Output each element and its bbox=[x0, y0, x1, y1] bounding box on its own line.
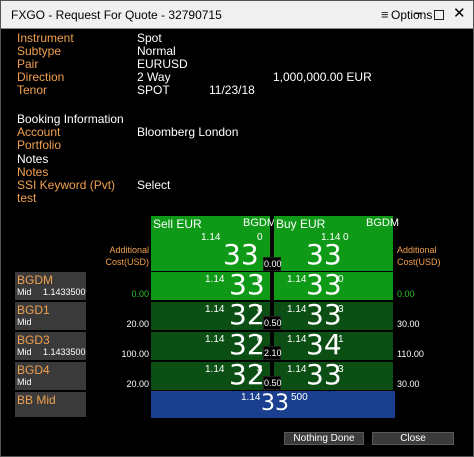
price-big: 33 bbox=[306, 358, 342, 391]
price-small: 1.14 bbox=[205, 304, 225, 315]
account-value[interactable]: Bloomberg London bbox=[137, 125, 238, 139]
sell-header-small: 1.14 bbox=[201, 232, 221, 243]
buy-header-big: 33 bbox=[306, 238, 342, 271]
tenor-date: 11/23/18 bbox=[209, 83, 255, 97]
buy-price-bgd3[interactable]: 1.14 1 34 bbox=[274, 328, 393, 361]
mid-label: Mid bbox=[17, 347, 32, 357]
buy-price-bgd4[interactable]: 1.14 3 33 bbox=[274, 358, 393, 391]
subtype-value: Normal bbox=[137, 44, 176, 58]
dealer-name: BGD3 bbox=[17, 333, 50, 347]
dealer-row-bgd4: BGD4 Mid bbox=[15, 362, 86, 390]
sell-price-bgd1[interactable]: 1.14 8 32 bbox=[151, 298, 270, 331]
tenor-value: SPOT bbox=[137, 83, 170, 97]
buy-price-bgdm[interactable]: 1.14 0 33 bbox=[274, 268, 393, 301]
buy-price-bgd1[interactable]: 1.14 3 33 bbox=[274, 298, 393, 331]
dealer-name: BGD1 bbox=[17, 303, 50, 317]
price-big: 33 bbox=[306, 298, 342, 331]
account-label: Account bbox=[17, 125, 61, 139]
dealer-name: BGD4 bbox=[17, 363, 50, 377]
rfq-window: FXGO - Request For Quote - 32790715 ≡ Op… bbox=[0, 0, 474, 457]
direction-label: Direction bbox=[17, 70, 65, 84]
price-small: 1.14 bbox=[287, 274, 307, 285]
sell-header-dealer: BGDM bbox=[243, 217, 276, 229]
sell-header-label: Sell EUR bbox=[153, 217, 202, 231]
cost-left-bgdm: 0.00 bbox=[131, 289, 149, 299]
booking-info-heading: Booking Information bbox=[17, 112, 124, 126]
price-big: 32 bbox=[229, 358, 265, 391]
cost-right-bgd3: 110.00 bbox=[397, 349, 424, 359]
bb-mid-price: 1.14 500 33 bbox=[151, 391, 395, 418]
window-title: FXGO - Request For Quote - 32790715 bbox=[11, 8, 222, 22]
mid-label: Mid bbox=[17, 377, 32, 387]
spread-bgd3: 2.10 bbox=[263, 346, 282, 360]
title-bar: FXGO - Request For Quote - 32790715 ≡ Op… bbox=[1, 1, 473, 29]
price-big: 34 bbox=[306, 328, 342, 361]
cost-right-bgdm: 0.00 bbox=[397, 289, 415, 299]
dealer-row-bgd1: BGD1 Mid bbox=[15, 302, 86, 330]
cost-left-bgd1: 20.00 bbox=[126, 319, 149, 329]
amount-value: 1,000,000.00 EUR bbox=[273, 70, 372, 84]
notes-heading: Notes bbox=[17, 152, 49, 166]
cost-right-bgd1: 30.00 bbox=[397, 319, 420, 329]
dealer-row-bgd3: BGD3 Mid 1.1433500 bbox=[15, 332, 86, 360]
tenor-label: Tenor bbox=[17, 83, 48, 97]
instrument-label: Instrument bbox=[17, 31, 74, 45]
options-menu-icon[interactable]: ≡ bbox=[381, 7, 389, 22]
sell-price-bgd3[interactable]: 1.14 0 32 bbox=[151, 328, 270, 361]
cost-left-bgd3: 100.00 bbox=[121, 349, 149, 359]
test-label: test bbox=[17, 191, 37, 205]
spread-bgd1: 0.50 bbox=[263, 316, 282, 330]
price-big: 32 bbox=[229, 298, 265, 331]
price-big: 33 bbox=[306, 268, 342, 301]
spread-bgd4: 0.50 bbox=[263, 376, 282, 390]
maximize-icon[interactable] bbox=[434, 10, 444, 20]
price-small: 1.14 bbox=[205, 274, 225, 285]
price-small: 1.14 bbox=[287, 334, 307, 345]
price-big: 32 bbox=[229, 328, 265, 361]
header-spread: 0.00 bbox=[263, 257, 282, 271]
price-small: 1.14 bbox=[241, 392, 261, 403]
nothing-done-button[interactable]: Nothing Done bbox=[284, 432, 364, 445]
direction-value: 2 Way bbox=[137, 70, 171, 84]
price-big: 33 bbox=[261, 391, 289, 416]
mid-value: 1.1433500 bbox=[43, 347, 86, 357]
buy-header-sup: 0 bbox=[343, 232, 349, 243]
dealer-row-bgdm: BGDM Mid 1.1433500 bbox=[15, 272, 86, 300]
mid-label: Mid bbox=[17, 287, 32, 297]
ssi-keyword-select[interactable]: Select bbox=[137, 178, 170, 192]
dealer-name: BGDM bbox=[17, 273, 53, 287]
pair-label: Pair bbox=[17, 57, 39, 71]
pair-value: EURUSD bbox=[137, 57, 188, 71]
price-big: 33 bbox=[229, 268, 265, 301]
buy-header-cell[interactable]: Buy EUR BGDM 1.14 0 33 bbox=[274, 216, 399, 271]
price-small: 1.14 bbox=[287, 304, 307, 315]
sell-header-cell[interactable]: Sell EUR BGDM 1.14 0 33 bbox=[151, 216, 276, 271]
mid-label: Mid bbox=[17, 317, 32, 327]
ssi-keyword-label: SSI Keyword (Pvt) bbox=[17, 178, 116, 192]
instrument-value: Spot bbox=[137, 31, 162, 45]
additional-cost-right-label: Additional Cost(USD) bbox=[397, 245, 441, 267]
price-small: 1.14 bbox=[287, 364, 307, 375]
subtype-label: Subtype bbox=[17, 44, 62, 58]
buy-header-label: Buy EUR bbox=[276, 217, 326, 231]
cost-left-bgd4: 20.00 bbox=[126, 379, 149, 389]
close-button[interactable]: Close bbox=[372, 432, 454, 445]
price-small: 1.14 bbox=[205, 364, 225, 375]
price-small: 1.14 bbox=[205, 334, 225, 345]
options-button[interactable]: Options bbox=[391, 8, 432, 22]
price-sup: 500 bbox=[291, 392, 308, 403]
sell-price-bgdm[interactable]: 1.14 0 33 bbox=[151, 268, 270, 301]
sell-price-bgd4[interactable]: 1.14 8 32 bbox=[151, 358, 270, 391]
bb-mid-label: BB Mid bbox=[17, 393, 56, 407]
portfolio-label: Portfolio bbox=[17, 138, 62, 152]
minimize-icon[interactable]: – bbox=[414, 4, 422, 20]
bb-mid-row: BB Mid bbox=[15, 392, 86, 417]
additional-cost-left-label: Additional Cost(USD) bbox=[105, 245, 149, 267]
mid-value: 1.1433500 bbox=[43, 287, 86, 297]
sell-header-big: 33 bbox=[223, 238, 259, 271]
close-icon[interactable]: ✕ bbox=[453, 4, 466, 22]
cost-right-bgd4: 30.00 bbox=[397, 379, 420, 389]
buy-header-dealer: BGDM bbox=[366, 217, 399, 229]
notes-label: Notes bbox=[17, 165, 49, 179]
